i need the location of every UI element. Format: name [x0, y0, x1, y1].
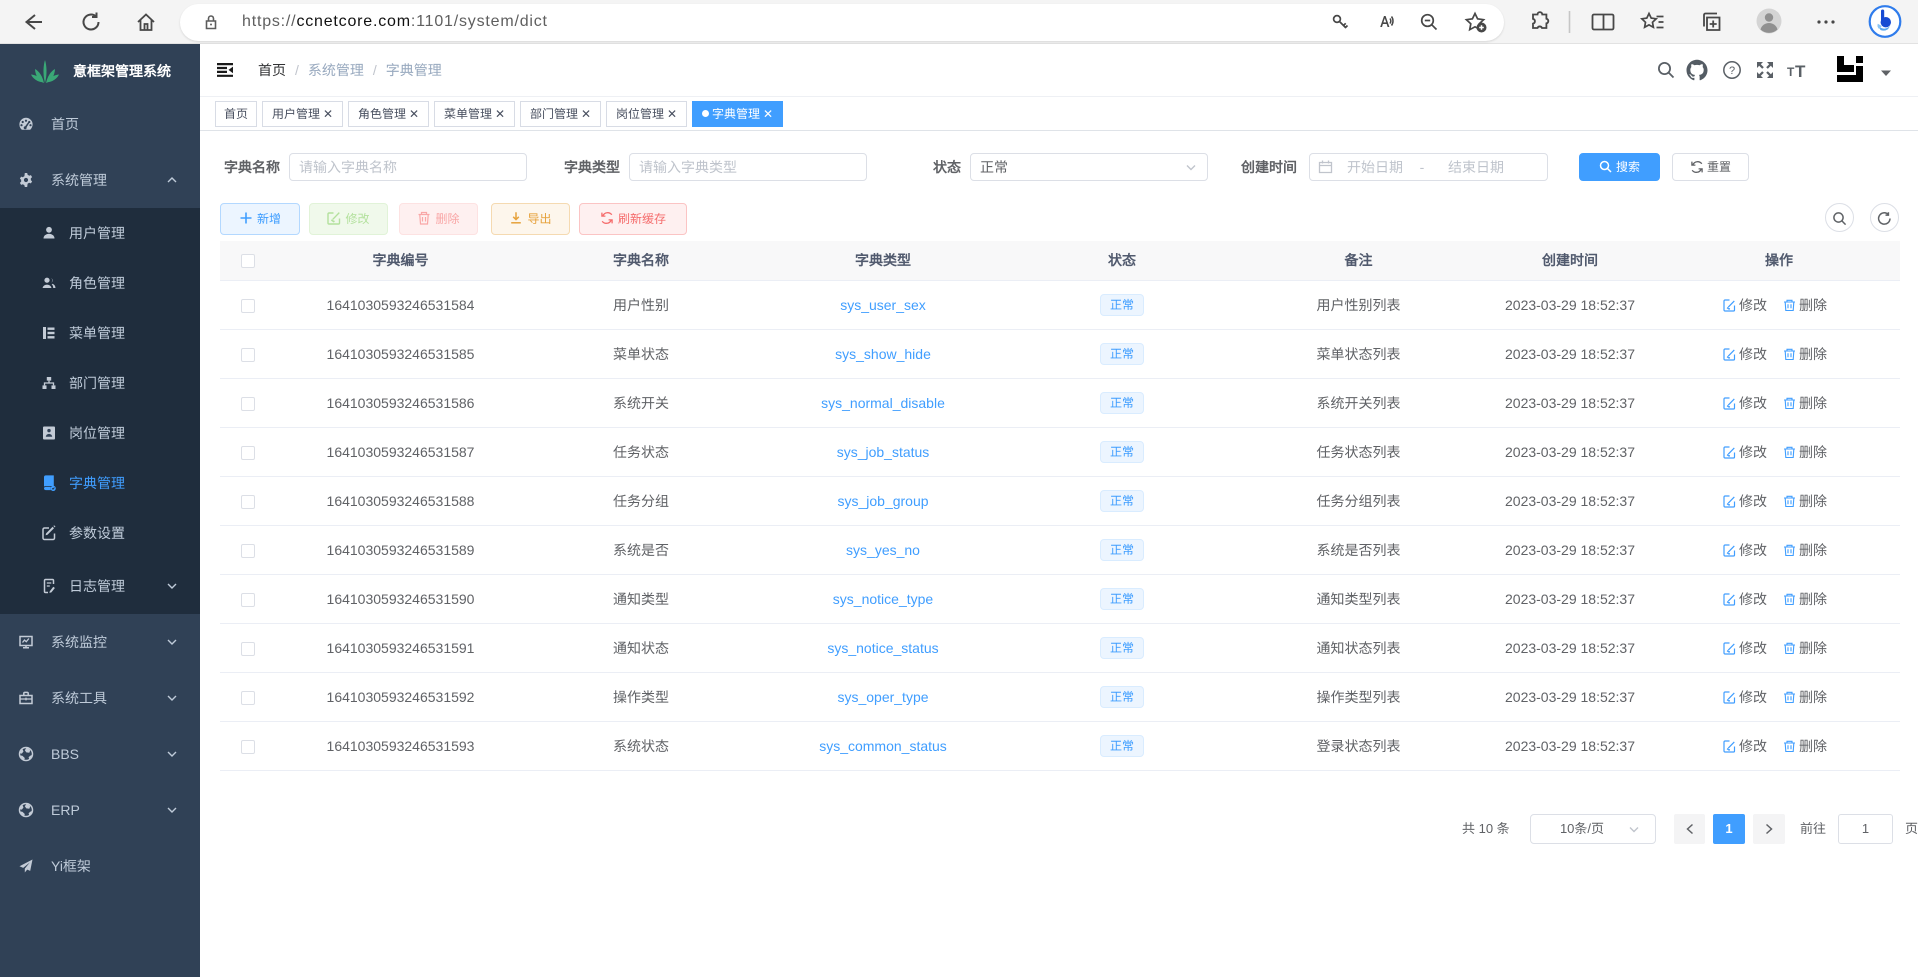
svg-text:T: T	[1795, 62, 1806, 79]
svg-text:?: ?	[1729, 65, 1735, 77]
svg-text:T: T	[1787, 65, 1795, 79]
